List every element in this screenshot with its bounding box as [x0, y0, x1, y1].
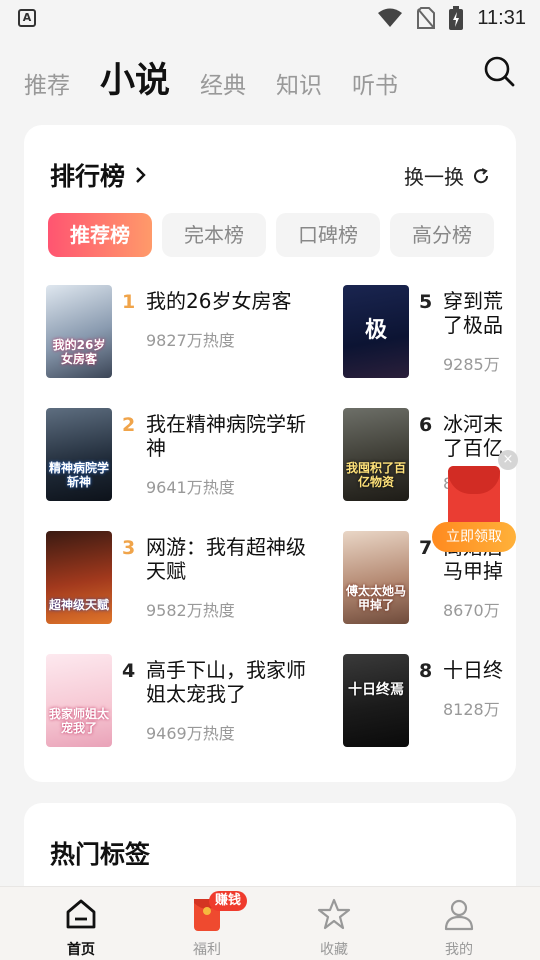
- book-item-4[interactable]: 我家师姐太宠我了 4 高手下山，我家师姐太宠我了 9469万热度: [46, 654, 326, 750]
- tab-classic[interactable]: 经典: [200, 66, 246, 106]
- close-icon[interactable]: ×: [498, 450, 518, 470]
- book-cover-text: 极: [364, 318, 387, 343]
- book-item-3[interactable]: 超神级天赋 3 网游：我有超神级天赋 9582万热度: [46, 531, 326, 627]
- book-item-8[interactable]: 十日终焉 8 十日终 8128万: [343, 654, 516, 750]
- book-heat: 9469万热度: [146, 724, 235, 743]
- book-cover-text: 我的26岁女房客: [52, 338, 106, 366]
- tab-knowledge[interactable]: 知识: [276, 66, 322, 106]
- book-cover: 我的26岁女房客: [46, 285, 112, 378]
- book-heat: 8670万: [443, 601, 500, 620]
- book-cover-text: 傅太太她马甲掉了: [345, 584, 406, 612]
- book-title: 穿到荒了极品: [443, 289, 503, 337]
- ranking-tab-recommend[interactable]: 推荐榜: [48, 213, 152, 257]
- clock: 11:31: [477, 6, 526, 29]
- nav-profile[interactable]: 我的: [419, 895, 499, 958]
- book-cover: 超神级天赋: [46, 531, 112, 624]
- ranking-tab-high-score[interactable]: 高分榜: [390, 213, 494, 257]
- book-cover: 我家师姐太宠我了: [46, 654, 112, 747]
- top-tab-bar: 推荐 小说 经典 知识 听书: [24, 50, 398, 106]
- nav-favorites[interactable]: 收藏: [294, 895, 374, 958]
- book-cover-text: 超神级天赋: [48, 598, 109, 612]
- book-heat: 9641万热度: [146, 478, 235, 497]
- refresh-icon: [474, 167, 489, 183]
- book-cover: 精神病院学斩神: [46, 408, 112, 501]
- book-title: 十日终: [443, 658, 503, 682]
- book-rank: 4: [122, 660, 136, 682]
- book-cover-text: 我家师姐太宠我了: [48, 707, 109, 735]
- nav-favorites-label: 收藏: [320, 942, 348, 958]
- book-rank: 1: [122, 291, 136, 313]
- book-cover: 我囤积了百亿物资: [343, 408, 409, 501]
- ranking-tab-reputation[interactable]: 口碑榜: [276, 213, 380, 257]
- book-title: 我在精神病院学斩神: [146, 412, 306, 460]
- book-title: 我的26岁女房客: [146, 289, 292, 313]
- nav-welfare[interactable]: 赚钱 福利: [167, 891, 248, 958]
- status-bar: A 11:31: [0, 0, 540, 36]
- wifi-icon: [378, 8, 403, 27]
- hot-tags-title: 热门标签: [50, 840, 151, 869]
- book-item-1[interactable]: 我的26岁女房客 1 我的26岁女房客 9827万热度: [46, 285, 326, 381]
- book-item-5[interactable]: 极 5 穿到荒了极品 9285万: [343, 285, 516, 381]
- book-title: 网游：我有超神级天赋: [146, 535, 306, 583]
- battery-charging-icon: [449, 6, 464, 30]
- app-notification-icon: A: [18, 9, 36, 27]
- book-rank: 5: [419, 291, 433, 313]
- book-rank: 8: [419, 660, 433, 682]
- ranking-tab-completed[interactable]: 完本榜: [162, 213, 266, 257]
- nav-home[interactable]: 首页: [41, 895, 121, 958]
- book-item-2[interactable]: 精神病院学斩神 2 我在精神病院学斩神 9641万热度: [46, 408, 326, 504]
- book-cover: 极: [343, 285, 409, 378]
- no-sim-icon: [417, 7, 436, 29]
- book-cover-text: 我囤积了百亿物资: [345, 461, 406, 489]
- nav-welfare-label: 福利: [193, 942, 221, 958]
- refresh-button[interactable]: 换一换: [404, 161, 490, 190]
- book-heat: 9827万热度: [146, 331, 235, 350]
- red-packet-float[interactable]: × 立即领取: [432, 450, 518, 556]
- claim-now-button[interactable]: 立即领取: [432, 522, 516, 552]
- star-icon: [317, 898, 351, 930]
- refresh-label: 换一换: [404, 165, 464, 189]
- tab-novel[interactable]: 小说: [100, 56, 170, 106]
- nav-home-label: 首页: [67, 942, 95, 958]
- book-rank: 6: [419, 414, 433, 436]
- ranking-tabs: 推荐榜 完本榜 口碑榜 高分榜: [48, 213, 494, 257]
- ranking-title[interactable]: 排行榜: [50, 157, 147, 193]
- tab-recommend[interactable]: 推荐: [24, 66, 70, 106]
- earn-badge: 赚钱: [209, 891, 248, 911]
- nav-profile-label: 我的: [445, 942, 473, 958]
- search-icon[interactable]: [482, 54, 516, 88]
- home-icon: [66, 899, 96, 929]
- book-rank: 7: [419, 537, 433, 559]
- bottom-nav: 首页 赚钱 福利 收藏 我的: [0, 886, 540, 960]
- book-rank: 2: [122, 414, 136, 436]
- book-heat: 9285万: [443, 355, 500, 374]
- book-rank: 3: [122, 537, 136, 559]
- book-heat: 8128万: [443, 700, 500, 719]
- book-title: 高手下山，我家师姐太宠我了: [146, 658, 306, 706]
- profile-icon: [444, 899, 474, 931]
- ranking-title-label: 排行榜: [50, 162, 126, 191]
- book-cover-text: 精神病院学斩神: [48, 461, 109, 489]
- book-cover: 十日终焉: [343, 654, 409, 747]
- book-heat: 9582万热度: [146, 601, 235, 620]
- tab-audiobook[interactable]: 听书: [352, 66, 398, 106]
- book-cover: 傅太太她马甲掉了: [343, 531, 409, 624]
- chevron-right-icon: [136, 167, 146, 183]
- book-cover-text: 十日终焉: [348, 682, 404, 698]
